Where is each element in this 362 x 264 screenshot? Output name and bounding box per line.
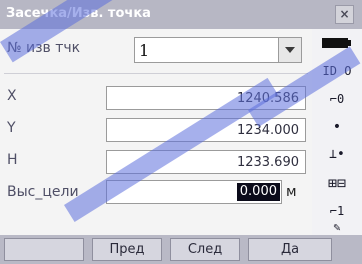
x-value: 1240.586 <box>236 91 299 106</box>
h-field: 1233.690 <box>106 150 306 174</box>
prev-button[interactable]: Пред <box>92 238 162 261</box>
status-sidebar: ID O ⌐0 • ⊥• ⊞⊟ ⌐1 ✎ <box>312 29 362 235</box>
y-row: Y 1234.000 <box>0 113 312 145</box>
softkey-bar: Пред След Да <box>0 235 362 264</box>
edit-icon[interactable]: ✎ <box>314 219 360 235</box>
softkey-1[interactable] <box>4 238 84 261</box>
close-button[interactable]: × <box>335 5 354 24</box>
keyboard-icon[interactable]: ⊞⊟ <box>314 169 360 197</box>
battery-icon <box>314 29 360 57</box>
id-switch-icon[interactable]: ID O <box>314 57 360 85</box>
point-label: № изв тчк <box>7 40 81 56</box>
point-select-value: 1 <box>139 41 150 60</box>
h-value: 1233.690 <box>236 155 299 170</box>
point-row: № изв тчк 1 <box>0 33 312 65</box>
prism-constant-icon[interactable]: ⌐0 <box>314 85 360 113</box>
target-height-unit: м <box>286 184 297 200</box>
divider <box>4 73 308 74</box>
y-value: 1234.000 <box>236 123 299 138</box>
point-select[interactable]: 1 <box>134 37 302 63</box>
x-label: X <box>7 88 17 104</box>
window-title: Засечка/Изв. точка <box>6 6 151 21</box>
x-row: X 1240.586 <box>0 81 312 113</box>
form-area: № изв тчк 1 X 1240.586 Y 1234.000 H 1233… <box>0 29 312 235</box>
h-row: H 1233.690 <box>0 145 312 177</box>
level-icon[interactable]: ⊥• <box>314 141 360 169</box>
y-label: Y <box>7 120 16 136</box>
h-label: H <box>7 152 18 168</box>
next-button[interactable]: След <box>170 238 240 261</box>
x-field: 1240.586 <box>106 86 306 110</box>
dot-icon[interactable]: • <box>314 113 360 141</box>
target-height-label: Выс_цели <box>7 184 79 200</box>
y-field: 1234.000 <box>106 118 306 142</box>
chevron-down-icon[interactable] <box>278 38 301 62</box>
ok-button[interactable]: Да <box>248 238 332 261</box>
title-bar: Засечка/Изв. точка × <box>0 0 362 29</box>
target-height-input[interactable]: 0.000 <box>106 180 282 204</box>
target-height-value: 0.000 <box>236 183 280 201</box>
target-height-row: Выс_цели 0.000 м <box>0 177 312 209</box>
